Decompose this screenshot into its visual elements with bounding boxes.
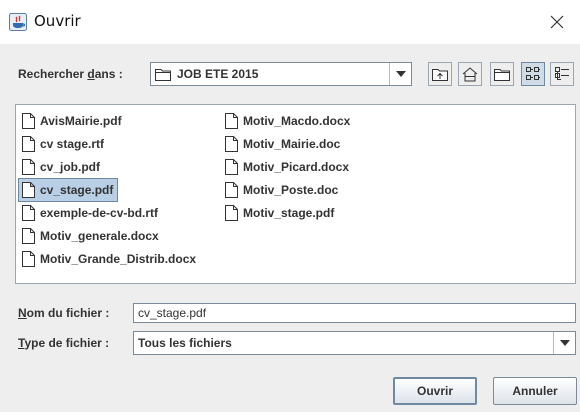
file-icon [22, 251, 35, 267]
file-name: cv_stage.pdf [40, 183, 114, 197]
file-icon [225, 159, 238, 175]
file-name: Motiv_Macdo.docx [243, 114, 351, 128]
file-icon [225, 113, 238, 129]
file-name: Motiv_Poste.doc [243, 183, 339, 197]
up-folder-icon [432, 69, 448, 81]
open-button[interactable]: Ouvrir [393, 377, 477, 405]
title-bar: Ouvrir [0, 0, 580, 44]
file-type-dropdown-arrow[interactable] [553, 332, 575, 354]
new-folder-icon [494, 69, 510, 81]
up-one-level-button[interactable] [428, 62, 452, 86]
file-icon [22, 113, 35, 129]
file-name: Motiv_Picard.docx [243, 160, 350, 174]
folder-icon [155, 67, 171, 84]
file-name-input[interactable] [133, 303, 576, 323]
file-type-label: Type de fichier : [18, 336, 110, 350]
home-icon [462, 66, 478, 81]
details-view-button[interactable] [550, 62, 574, 86]
file-name: exemple-de-cv-bd.rtf [40, 206, 159, 220]
file-name: Motiv_stage.pdf [243, 206, 335, 220]
file-name: Motiv_Mairie.doc [243, 137, 341, 151]
java-app-icon [9, 13, 27, 31]
cancel-button[interactable]: Annuler [493, 377, 577, 405]
file-icon [225, 205, 238, 221]
file-name: cv stage.rtf [40, 137, 105, 151]
look-in-label: Rechercher dans : [18, 67, 123, 81]
file-icon [22, 136, 35, 152]
file-item[interactable]: Motiv_Macdo.docx [222, 110, 354, 132]
file-type-value: Tous les fichiers [138, 336, 232, 350]
file-icon [225, 182, 238, 198]
home-button[interactable] [458, 62, 482, 86]
file-type-combo[interactable]: Tous les fichiers [133, 331, 576, 355]
file-name: cv_job.pdf [40, 160, 101, 174]
look-in-dropdown-arrow[interactable] [389, 63, 411, 85]
file-item[interactable]: Motiv_generale.docx [19, 225, 163, 247]
window-title: Ouvrir [34, 12, 81, 30]
close-icon [550, 15, 564, 29]
list-view-icon [526, 67, 540, 80]
file-name: Motiv_generale.docx [40, 229, 159, 243]
file-name-label: Nom du fichier : [18, 306, 110, 320]
file-item-selected[interactable]: cv_stage.pdf [17, 178, 119, 202]
file-name: Motiv_Grande_Distrib.docx [40, 252, 197, 266]
chevron-down-icon [559, 340, 570, 346]
file-item[interactable]: exemple-de-cv-bd.rtf [19, 202, 162, 224]
file-item[interactable]: AvisMairie.pdf [19, 110, 126, 132]
file-icon [22, 159, 35, 175]
details-view-icon [555, 67, 569, 80]
file-icon [22, 205, 35, 221]
file-item[interactable]: Motiv_Mairie.doc [222, 133, 344, 155]
file-icon [22, 182, 35, 198]
look-in-combo[interactable]: JOB ETE 2015 [150, 62, 412, 86]
file-item[interactable]: cv stage.rtf [19, 133, 108, 155]
chevron-down-icon [395, 71, 406, 77]
file-item[interactable]: Motiv_Grande_Distrib.docx [19, 248, 200, 270]
file-item[interactable]: Motiv_Poste.doc [222, 179, 342, 201]
file-item[interactable]: Motiv_Picard.docx [222, 156, 353, 178]
file-item[interactable]: Motiv_stage.pdf [222, 202, 338, 224]
file-icon [22, 228, 35, 244]
current-folder-name: JOB ETE 2015 [177, 67, 259, 81]
close-button[interactable] [534, 0, 580, 44]
list-view-button[interactable] [521, 62, 545, 86]
file-item[interactable]: cv_job.pdf [19, 156, 104, 178]
new-folder-button[interactable] [490, 62, 514, 86]
file-icon [225, 136, 238, 152]
file-name: AvisMairie.pdf [40, 114, 122, 128]
file-list[interactable]: AvisMairie.pdf cv stage.rtf cv_job.pdf c… [15, 104, 576, 284]
